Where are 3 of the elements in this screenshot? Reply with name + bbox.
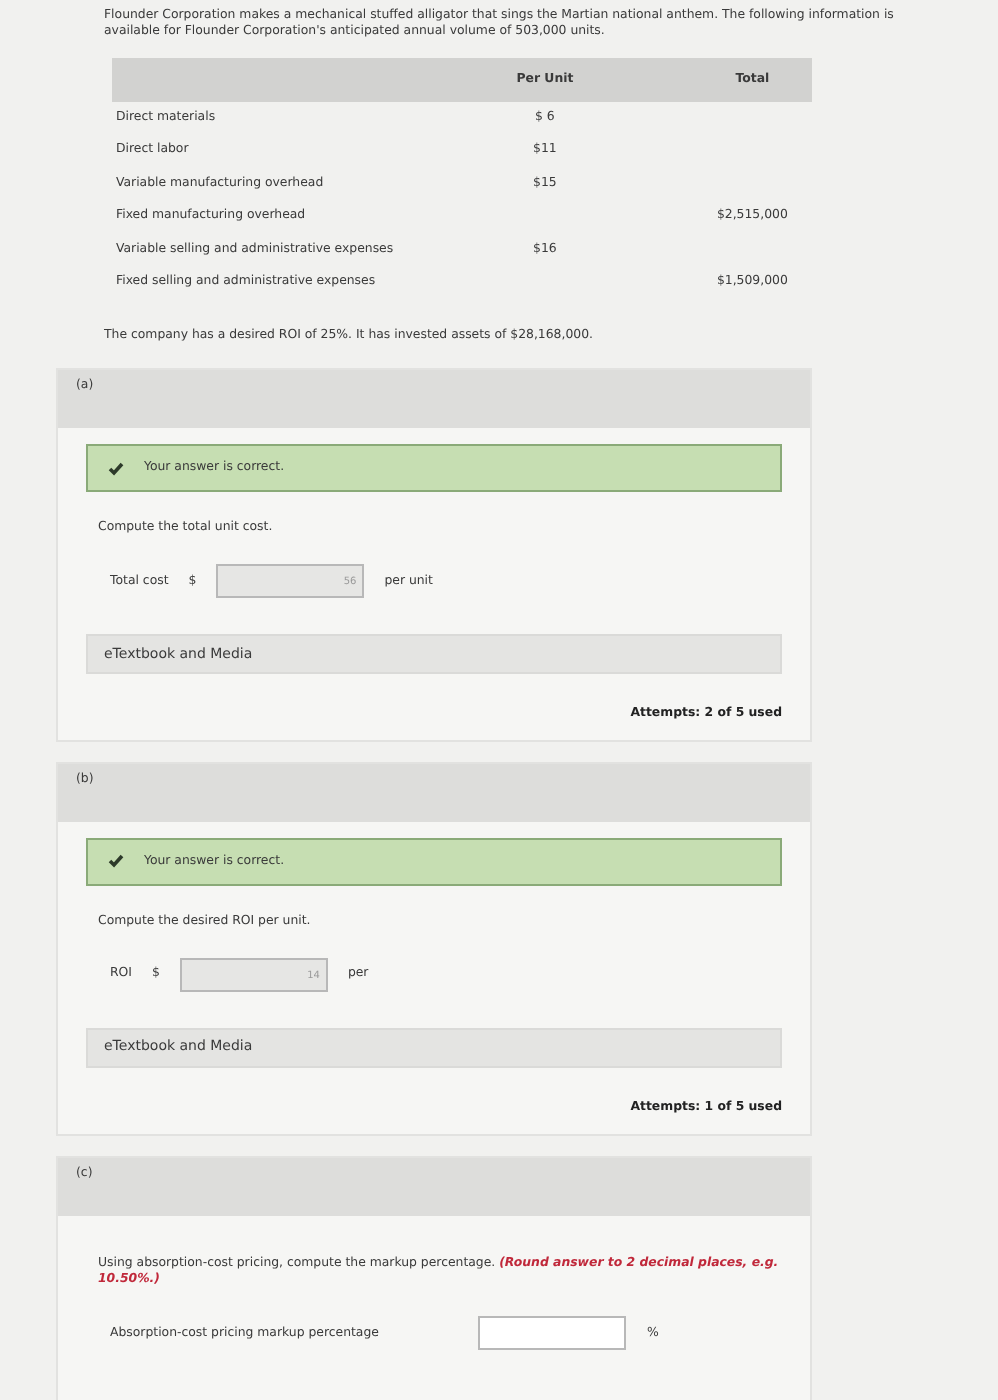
checkmark-icon (108, 854, 124, 869)
checkmark-icon (108, 461, 124, 476)
answer-input[interactable] (478, 1316, 627, 1351)
